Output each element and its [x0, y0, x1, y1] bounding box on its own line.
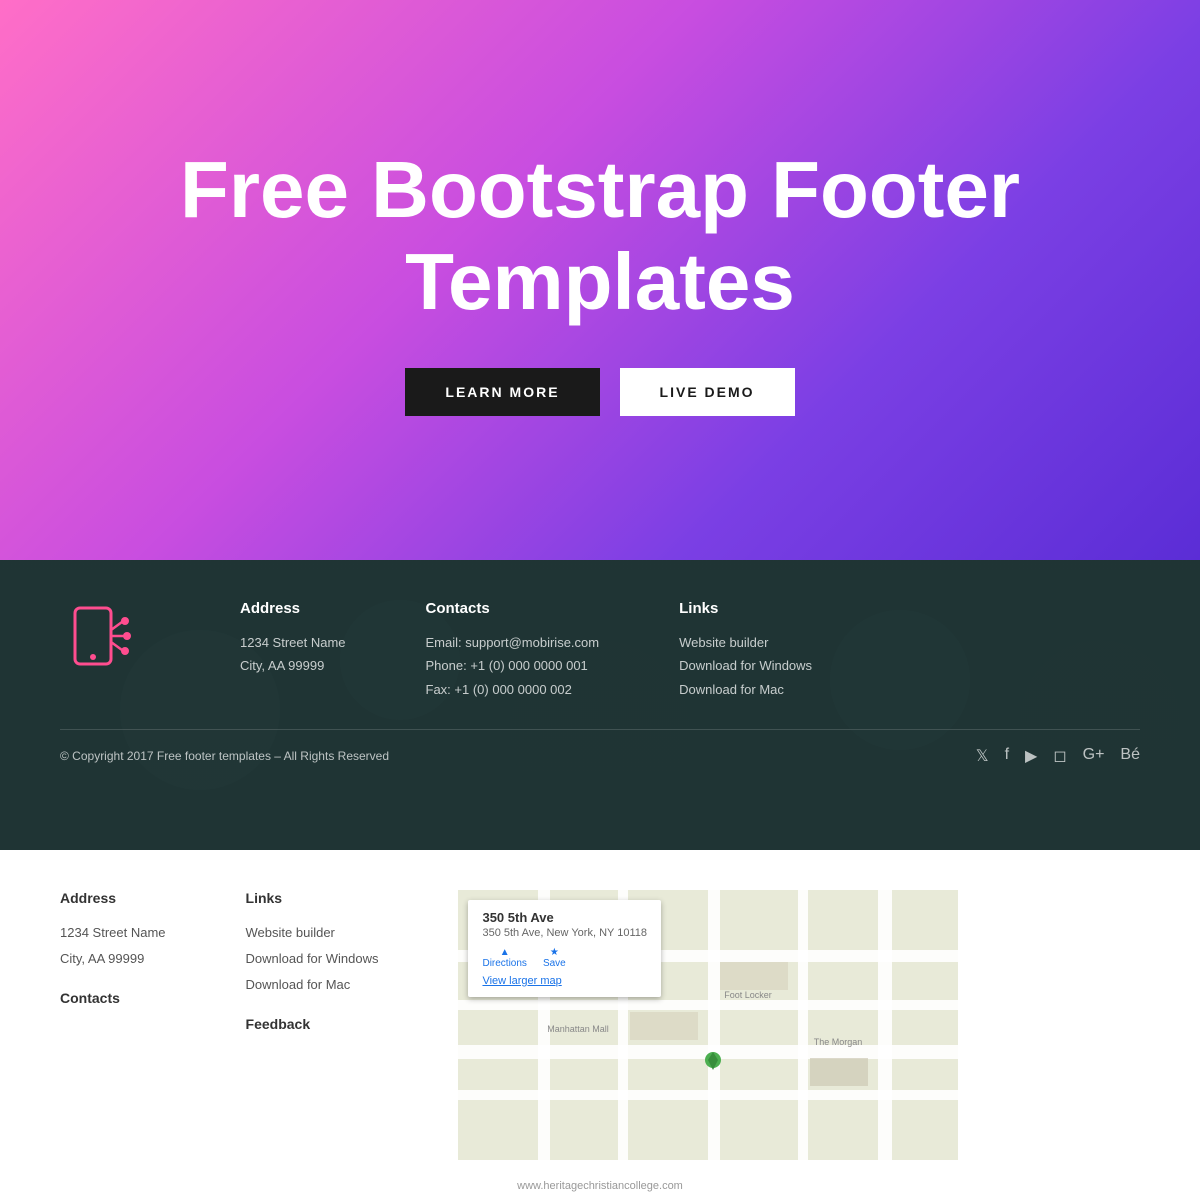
footer-dark-link1[interactable]: Website builder [679, 631, 812, 654]
view-larger-map-link[interactable]: View larger map [482, 975, 647, 987]
map-actions: ▲ Directions ★ Save [482, 947, 647, 969]
footer-dark-link2[interactable]: Download for Windows [679, 654, 812, 677]
footer-dark-address-line2: City, AA 99999 [240, 654, 346, 677]
directions-icon: ▲ [500, 947, 510, 958]
footer-dark-address-heading: Address [240, 600, 346, 617]
footer-light-address-line2: City, AA 99999 [60, 946, 166, 972]
footer-dark-contacts-heading: Contacts [426, 600, 600, 617]
svg-text:The Morgan: The Morgan [814, 1037, 863, 1047]
map-callout: 350 5th Ave 350 5th Ave, New York, NY 10… [468, 900, 661, 997]
footer-copyright: © Copyright 2017 Free footer templates –… [60, 749, 389, 763]
footer-light-address-col: Address 1234 Street Name City, AA 99999 … [60, 890, 166, 1160]
footer-light-links-col: Links Website builder Download for Windo… [246, 890, 379, 1160]
footer-light-cols: Address 1234 Street Name City, AA 99999 … [60, 890, 1140, 1160]
footer-dark-email: Email: support@mobirise.com [426, 631, 600, 654]
map-container[interactable]: Manhattan Mall Foot Locker The Morgan 35… [458, 890, 958, 1160]
footer-dark-top: Address 1234 Street Name City, AA 99999 … [60, 590, 1140, 701]
footer-dark-links-col: Links Website builder Download for Windo… [679, 600, 812, 701]
footer-dark-bottom: © Copyright 2017 Free footer templates –… [60, 729, 1140, 766]
hero-buttons: LEARN MORE LIVE DEMO [405, 368, 794, 416]
footer-light-links-heading: Links [246, 890, 379, 906]
save-label: Save [543, 958, 566, 969]
save-icon: ★ [550, 947, 559, 958]
footer-light-link3[interactable]: Download for Mac [246, 972, 379, 998]
twitter-icon[interactable]: 𝕏 [976, 746, 989, 766]
footer-dark-address-line1: 1234 Street Name [240, 631, 346, 654]
footer-light-link2[interactable]: Download for Windows [246, 946, 379, 972]
footer-light-link1[interactable]: Website builder [246, 920, 379, 946]
learn-more-button[interactable]: LEARN MORE [405, 368, 599, 416]
instagram-icon[interactable]: ◻ [1053, 746, 1066, 766]
footer-dark-contacts-col: Contacts Email: support@mobirise.com Pho… [426, 600, 600, 701]
google-plus-icon[interactable]: G+ [1083, 746, 1105, 766]
svg-text:Manhattan Mall: Manhattan Mall [548, 1024, 610, 1034]
website-url: www.heritagechristiancollege.com [0, 1180, 1200, 1192]
footer-light-contacts-heading: Contacts [60, 990, 166, 1006]
footer-dark-fax: Fax: +1 (0) 000 0000 002 [426, 678, 600, 701]
footer-light-address-line1: 1234 Street Name [60, 920, 166, 946]
footer-logo [60, 600, 140, 685]
hero-section: Free Bootstrap Footer Templates LEARN MO… [0, 0, 1200, 560]
behance-icon[interactable]: Bé [1120, 746, 1140, 766]
save-button[interactable]: ★ Save [543, 947, 566, 969]
footer-dark-section: Address 1234 Street Name City, AA 99999 … [0, 560, 1200, 850]
live-demo-button[interactable]: LIVE DEMO [620, 368, 795, 416]
footer-light-address-heading: Address [60, 890, 166, 906]
facebook-icon[interactable]: f [1005, 746, 1009, 766]
footer-dark-phone: Phone: +1 (0) 000 0000 001 [426, 654, 600, 677]
footer-social: 𝕏 f ▶ ◻ G+ Bé [976, 746, 1140, 766]
directions-button[interactable]: ▲ Directions [482, 947, 526, 969]
footer-dark-link3[interactable]: Download for Mac [679, 678, 812, 701]
directions-label: Directions [482, 958, 526, 969]
svg-text:Foot Locker: Foot Locker [725, 990, 773, 1000]
hero-title: Free Bootstrap Footer Templates [150, 144, 1050, 328]
youtube-icon[interactable]: ▶ [1025, 746, 1037, 766]
footer-light-section: Address 1234 Street Name City, AA 99999 … [0, 850, 1200, 1200]
footer-dark-links-heading: Links [679, 600, 812, 617]
mobile-logo-icon [60, 600, 140, 680]
map-addr-title: 350 5th Ave [482, 910, 647, 925]
footer-light-feedback-heading: Feedback [246, 1016, 379, 1032]
map-addr-sub: 350 5th Ave, New York, NY 10118 [482, 927, 647, 939]
footer-dark-address-col: Address 1234 Street Name City, AA 99999 [240, 600, 346, 678]
